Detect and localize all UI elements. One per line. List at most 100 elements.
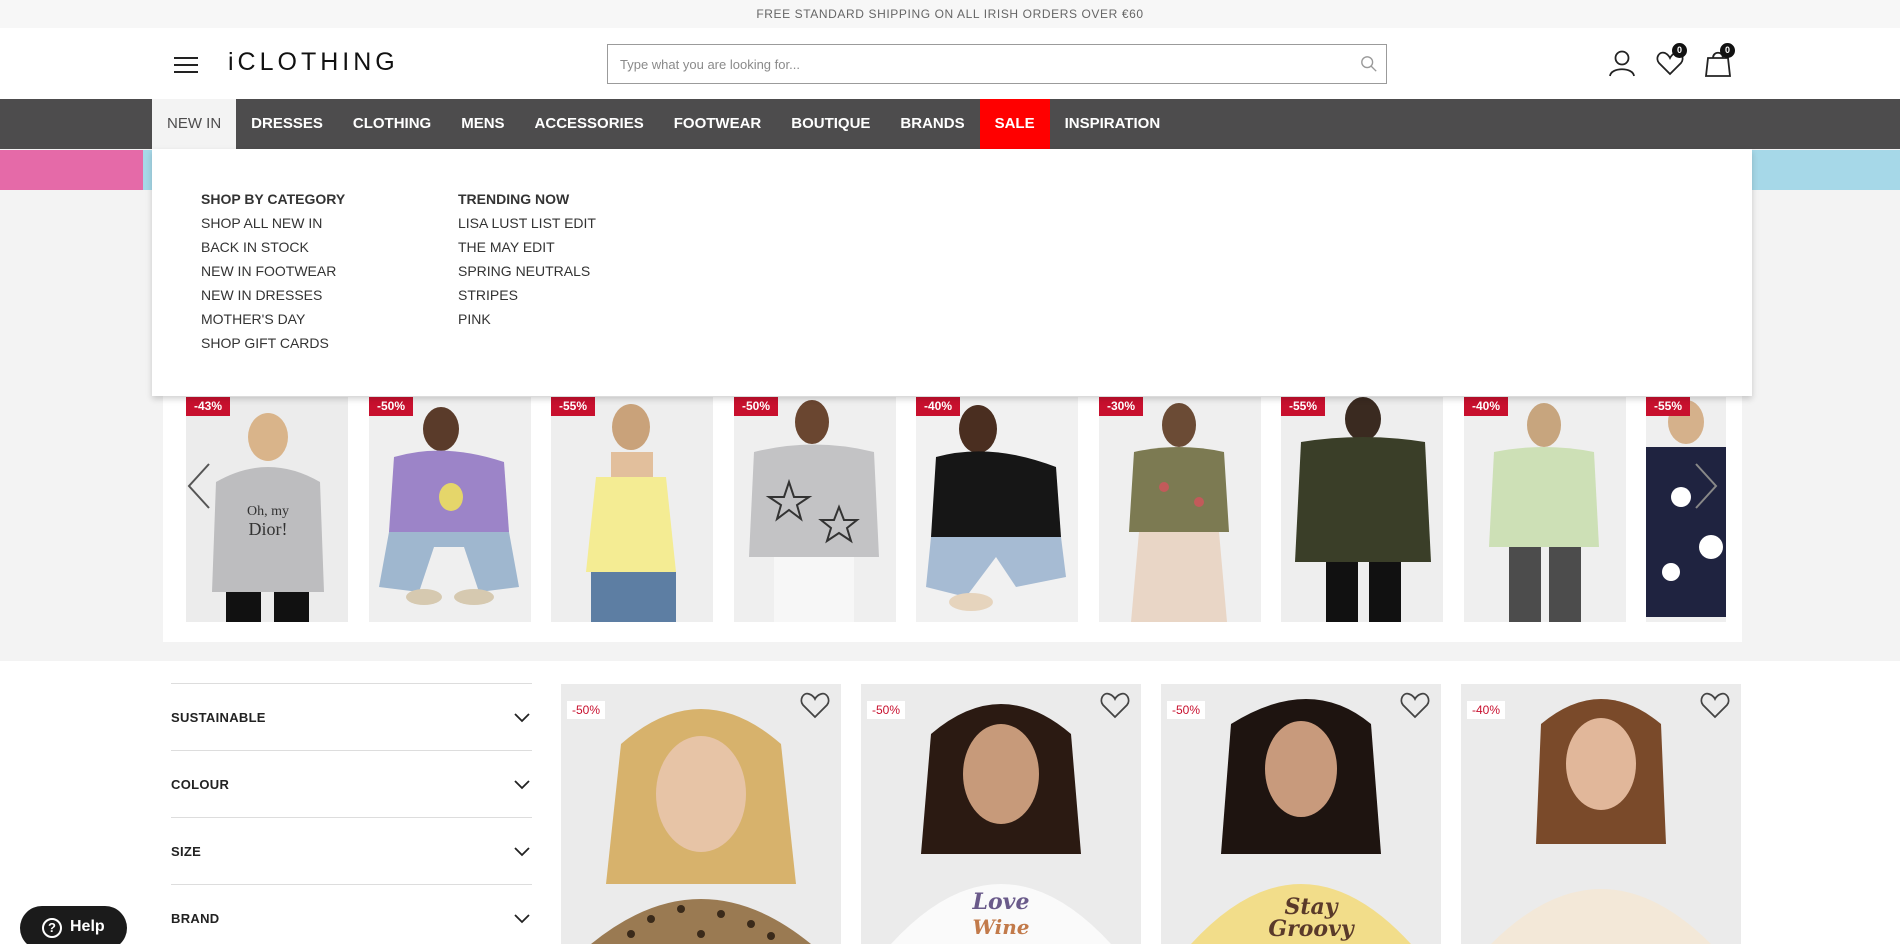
- new-in-mega-menu: SHOP BY CATEGORY SHOP ALL NEW IN BACK IN…: [152, 149, 1752, 396]
- mega-menu-link[interactable]: SHOP ALL NEW IN: [201, 215, 345, 239]
- discount-badge: -40%: [1464, 397, 1509, 416]
- nav-accessories[interactable]: ACCESSORIES: [520, 99, 659, 149]
- carousel-item[interactable]: -40%: [1464, 397, 1626, 622]
- mega-menu-link[interactable]: MOTHER'S DAY: [201, 311, 345, 335]
- search-input[interactable]: [608, 45, 1328, 83]
- discount-badge: -40%: [916, 397, 961, 416]
- site-header: iCLOTHING 0 0: [0, 28, 1900, 99]
- svg-text:Dior!: Dior!: [249, 519, 288, 539]
- product-image: [1461, 684, 1741, 944]
- nav-footwear[interactable]: FOOTWEAR: [659, 99, 777, 149]
- wishlist-heart-icon[interactable]: [1099, 690, 1131, 720]
- search-bar: [607, 44, 1387, 84]
- discount-badge: -55%: [1646, 397, 1691, 416]
- carousel-item[interactable]: -50%: [369, 397, 531, 622]
- product-card[interactable]: -50%: [561, 684, 841, 944]
- account-icon[interactable]: [1607, 48, 1637, 78]
- carousel-prev-arrow-icon[interactable]: [185, 462, 215, 510]
- product-image: [734, 397, 896, 622]
- product-image: Love Wine: [861, 684, 1141, 944]
- product-image: [1464, 397, 1626, 622]
- carousel-item[interactable]: -55%: [1281, 397, 1443, 622]
- discount-badge: -50%: [369, 397, 414, 416]
- mega-menu-link[interactable]: PINK: [458, 311, 596, 335]
- mega-menu-link[interactable]: BACK IN STOCK: [201, 239, 345, 263]
- carousel-item[interactable]: -30%: [1099, 397, 1261, 622]
- svg-text:Groovy: Groovy: [1268, 916, 1356, 942]
- help-icon: ?: [42, 918, 62, 938]
- nav-clothing[interactable]: CLOTHING: [338, 99, 446, 149]
- bag-count-badge: 0: [1720, 43, 1735, 58]
- filter-sidebar: SUSTAINABLE COLOUR SIZE BRAND: [171, 683, 532, 944]
- discount-badge: -50%: [1167, 701, 1206, 719]
- chevron-down-icon: [514, 914, 530, 924]
- main-navigation: NEW IN DRESSES CLOTHING MENS ACCESSORIES…: [0, 99, 1900, 149]
- svg-text:Oh, my: Oh, my: [247, 504, 289, 519]
- product-image: [1099, 397, 1261, 622]
- product-card[interactable]: -40%: [1461, 684, 1741, 944]
- filter-label: SIZE: [171, 844, 202, 859]
- menu-icon[interactable]: [174, 57, 198, 73]
- product-image: [1281, 397, 1443, 622]
- product-image: [369, 397, 531, 622]
- mega-menu-link[interactable]: LISA LUST LIST EDIT: [458, 215, 596, 239]
- mega-menu-heading[interactable]: TRENDING NOW: [458, 191, 596, 215]
- product-card[interactable]: Love Wine -50%: [861, 684, 1141, 944]
- nav-new-in[interactable]: NEW IN: [152, 99, 237, 149]
- filter-label: COLOUR: [171, 777, 230, 792]
- discount-badge: -55%: [1281, 397, 1326, 416]
- promo-strip-blue: [1752, 150, 1900, 190]
- product-image: Stay Groovy: [1161, 684, 1441, 944]
- carousel-item[interactable]: -40%: [916, 397, 1078, 622]
- chevron-down-icon: [514, 780, 530, 790]
- discount-badge: -50%: [734, 397, 779, 416]
- filter-label: SUSTAINABLE: [171, 710, 266, 725]
- nav-boutique[interactable]: BOUTIQUE: [776, 99, 885, 149]
- mega-menu-link[interactable]: NEW IN DRESSES: [201, 287, 345, 311]
- wishlist-heart-icon[interactable]: [1399, 690, 1431, 720]
- product-card[interactable]: Stay Groovy -50%: [1161, 684, 1441, 944]
- mega-menu-link[interactable]: SPRING NEUTRALS: [458, 263, 596, 287]
- nav-inspiration[interactable]: INSPIRATION: [1050, 99, 1176, 149]
- discount-badge: -50%: [867, 701, 906, 719]
- filter-label: BRAND: [171, 911, 220, 926]
- mega-menu-column-category: SHOP BY CATEGORY SHOP ALL NEW IN BACK IN…: [201, 191, 345, 359]
- discount-badge: -40%: [1467, 701, 1506, 719]
- help-button[interactable]: ? Help: [20, 906, 127, 944]
- mega-menu-column-trending: TRENDING NOW LISA LUST LIST EDIT THE MAY…: [458, 191, 596, 335]
- filter-brand[interactable]: BRAND: [171, 884, 532, 944]
- discount-badge: -43%: [186, 397, 231, 416]
- carousel-next-arrow-icon[interactable]: [1690, 462, 1720, 510]
- discount-badge: -30%: [1099, 397, 1144, 416]
- filter-size[interactable]: SIZE: [171, 817, 532, 884]
- nav-dresses[interactable]: DRESSES: [236, 99, 338, 149]
- discount-badge: -55%: [551, 397, 596, 416]
- product-image: [551, 397, 713, 622]
- mega-menu-heading[interactable]: SHOP BY CATEGORY: [201, 191, 345, 215]
- filter-sustainable[interactable]: SUSTAINABLE: [171, 683, 532, 750]
- carousel-item[interactable]: -55%: [551, 397, 713, 622]
- filter-colour[interactable]: COLOUR: [171, 750, 532, 817]
- svg-text:Love: Love: [972, 889, 1030, 915]
- wishlist-icon[interactable]: 0: [1655, 43, 1687, 78]
- carousel-item[interactable]: -50%: [734, 397, 896, 622]
- product-image: [561, 684, 841, 944]
- wishlist-heart-icon[interactable]: [799, 690, 831, 720]
- search-icon[interactable]: [1360, 55, 1378, 73]
- mega-menu-link[interactable]: THE MAY EDIT: [458, 239, 596, 263]
- discount-badge: -50%: [567, 701, 606, 719]
- shopping-bag-icon[interactable]: 0: [1703, 43, 1735, 78]
- wishlist-heart-icon[interactable]: [1699, 690, 1731, 720]
- nav-sale[interactable]: SALE: [979, 99, 1050, 149]
- site-logo[interactable]: iCLOTHING: [228, 48, 399, 77]
- nav-brands[interactable]: BRANDS: [885, 99, 979, 149]
- mega-menu-link[interactable]: STRIPES: [458, 287, 596, 311]
- chevron-down-icon: [514, 713, 530, 723]
- product-image: [916, 397, 1078, 622]
- mega-menu-link[interactable]: NEW IN FOOTWEAR: [201, 263, 345, 287]
- mega-menu-link[interactable]: SHOP GIFT CARDS: [201, 335, 345, 359]
- promo-banner: FREE STANDARD SHIPPING ON ALL IRISH ORDE…: [0, 0, 1900, 28]
- nav-mens[interactable]: MENS: [446, 99, 519, 149]
- svg-text:Wine: Wine: [973, 915, 1030, 939]
- wishlist-count-badge: 0: [1672, 43, 1687, 58]
